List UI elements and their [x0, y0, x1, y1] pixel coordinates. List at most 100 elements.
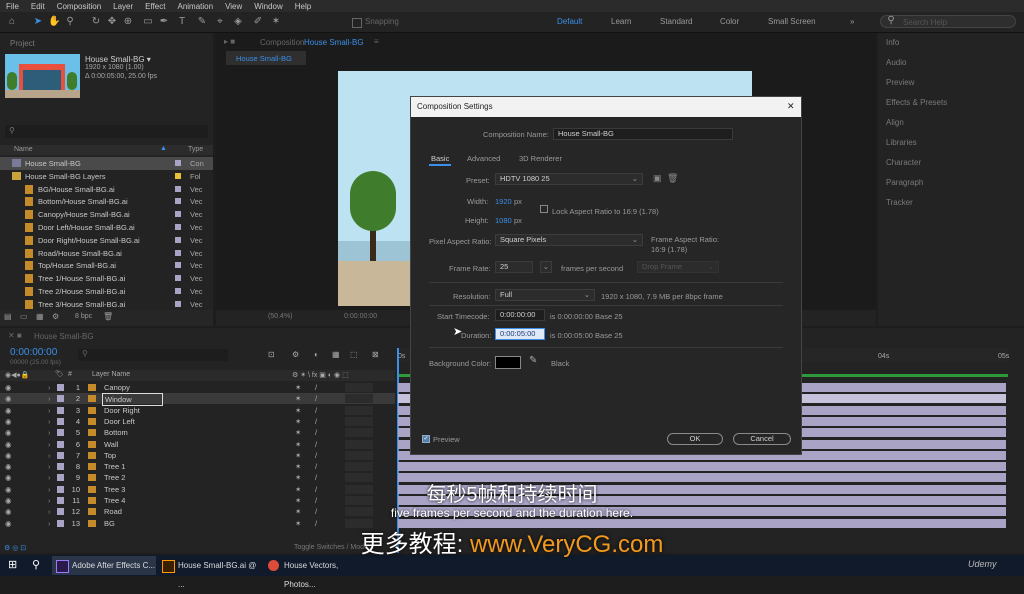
shy-layers-icon[interactable]: ⊡ — [268, 350, 275, 359]
menu-composition[interactable]: Composition — [51, 2, 107, 11]
interpret-footage-icon[interactable]: ▤ — [4, 312, 12, 321]
project-item-file[interactable]: Road/House Small-BG.ai Vec — [0, 247, 213, 260]
menu-effect[interactable]: Effect — [139, 2, 171, 11]
expand-chevron-icon[interactable]: › — [48, 439, 51, 450]
brush-tool-icon[interactable]: ✎ — [196, 16, 208, 28]
layer-row[interactable]: ◉ › 1 Canopy ✶ / — [0, 382, 395, 393]
viewer-timecode[interactable]: 0:00:00:00 — [344, 313, 377, 320]
expand-chevron-icon[interactable]: › — [48, 393, 51, 404]
expand-chevron-icon[interactable]: › — [48, 382, 51, 393]
layer-label-swatch[interactable] — [57, 406, 64, 414]
quality-switch-icon[interactable]: / — [315, 393, 317, 404]
help-search-input[interactable]: Search Help — [880, 15, 1016, 28]
zoom-tool-icon[interactable]: ⚲ — [64, 16, 76, 28]
lock-aspect-checkbox[interactable] — [540, 205, 548, 213]
expand-chevron-icon[interactable]: › — [48, 427, 51, 438]
panel-paragraph[interactable]: Paragraph — [886, 178, 923, 187]
home-icon[interactable]: ⌂ — [6, 16, 18, 28]
menu-file[interactable]: File — [0, 2, 25, 11]
expand-chevron-icon[interactable]: › — [48, 450, 51, 461]
viewer-menu-icon[interactable]: ▸ ■ — [224, 37, 235, 46]
layer-duration-bar[interactable] — [398, 462, 1006, 472]
project-item-file[interactable]: Tree 2/House Small-BG.ai Vec — [0, 285, 213, 298]
visibility-eye-icon[interactable]: ◉ — [5, 450, 12, 461]
panel-align[interactable]: Align — [886, 118, 904, 127]
label-color-swatch[interactable] — [175, 198, 181, 205]
workspace-standard[interactable]: Standard — [660, 17, 692, 26]
layer-switch-boxes[interactable] — [345, 462, 373, 472]
roto-brush-tool-icon[interactable]: ✐ — [252, 16, 264, 28]
eyedropper-icon[interactable]: ✎ — [529, 355, 537, 366]
visibility-eye-icon[interactable]: ◉ — [5, 405, 12, 416]
puppet-pin-tool-icon[interactable]: ✶ — [270, 16, 282, 28]
layer-label-swatch[interactable] — [57, 417, 64, 425]
width-value[interactable]: 1920 — [495, 197, 512, 206]
motion-blur-icon[interactable]: ◐ — [314, 350, 319, 359]
layer-switch-boxes[interactable] — [345, 405, 373, 415]
quality-switch-icon[interactable]: / — [315, 427, 317, 438]
viewer-tab[interactable]: House Small-BG — [304, 38, 364, 47]
visibility-eye-icon[interactable]: ◉ — [5, 439, 12, 450]
layer-label-swatch[interactable] — [57, 395, 64, 403]
frame-rate-input[interactable]: 25 — [495, 261, 533, 273]
visibility-eye-icon[interactable]: ◉ — [5, 382, 12, 393]
comp-subtab[interactable]: House Small-BG — [226, 51, 306, 65]
layer-switch-boxes[interactable] — [345, 416, 373, 426]
project-item-file[interactable]: BG/House Small-BG.ai Vec — [0, 183, 213, 196]
layer-row[interactable]: ◉ › 4 Door Left ✶ / — [0, 416, 395, 427]
column-type-header[interactable]: Type — [188, 146, 203, 153]
label-color-swatch[interactable] — [175, 172, 181, 179]
bit-depth-toggle[interactable]: 8 bpc — [75, 313, 92, 320]
quality-switch-icon[interactable]: / — [315, 450, 317, 461]
visibility-eye-icon[interactable]: ◉ — [5, 416, 12, 427]
duration-input[interactable]: 0:00:05:00 — [495, 328, 545, 340]
menu-edit[interactable]: Edit — [25, 2, 51, 11]
collapse-transform-icon[interactable]: ✶ — [295, 450, 301, 461]
workspace-overflow-icon[interactable]: » — [850, 17, 854, 26]
panel-character[interactable]: Character — [886, 158, 921, 167]
delete-preset-icon[interactable]: 🗑 — [667, 173, 678, 184]
close-icon[interactable]: ✕ — [787, 101, 795, 112]
taskbar-search-icon[interactable]: ⚲ — [32, 558, 40, 571]
label-color-swatch[interactable] — [175, 236, 181, 243]
viewer-tab-menu-icon[interactable]: ≡ — [374, 37, 379, 46]
quality-switch-icon[interactable]: / — [315, 416, 317, 427]
menu-view[interactable]: View — [219, 2, 248, 11]
label-color-swatch[interactable] — [175, 185, 181, 192]
layer-search-input[interactable]: ⚲ — [78, 349, 228, 361]
layer-switch-boxes[interactable] — [345, 439, 373, 449]
project-item-composition[interactable]: House Small-BG Con — [0, 157, 213, 170]
cancel-button[interactable]: Cancel — [733, 433, 791, 445]
project-item-file[interactable]: Bottom/House Small-BG.ai Vec — [0, 195, 213, 208]
panel-tracker[interactable]: Tracker — [886, 198, 913, 207]
start-timecode-input[interactable]: 0:00:00:00 — [495, 309, 545, 321]
save-preset-icon[interactable]: ▣ — [653, 173, 662, 184]
collapse-transform-icon[interactable]: ✶ — [295, 393, 301, 404]
collapse-transform-icon[interactable]: ✶ — [295, 382, 301, 393]
project-settings-icon[interactable]: ⚙ — [52, 312, 59, 321]
tab-basic[interactable]: Basic — [431, 154, 449, 163]
windows-start-icon[interactable]: ⊞ — [8, 558, 17, 571]
workspace-default[interactable]: Default — [557, 17, 582, 26]
layer-switch-boxes[interactable] — [345, 450, 373, 460]
panel-audio[interactable]: Audio — [886, 58, 906, 67]
frame-rate-dropdown[interactable]: ⌄ — [540, 261, 552, 273]
collapse-transform-icon[interactable]: ✶ — [295, 405, 301, 416]
menu-layer[interactable]: Layer — [107, 2, 139, 11]
layer-switch-boxes[interactable] — [345, 394, 373, 404]
project-item-file[interactable]: Top/House Small-BG.ai Vec — [0, 259, 213, 272]
new-folder-icon[interactable]: ▭ — [20, 312, 28, 321]
layer-row[interactable]: ◉ › 3 Door Right ✶ / — [0, 405, 395, 416]
layer-row[interactable]: ◉ › 5 Bottom ✶ / — [0, 427, 395, 438]
background-color-swatch[interactable] — [495, 356, 521, 369]
project-item-file[interactable]: Tree 3/House Small-BG.ai Vec — [0, 298, 213, 311]
promo-url[interactable]: www.VeryCG.com — [470, 531, 663, 558]
quality-switch-icon[interactable]: / — [315, 439, 317, 450]
visibility-eye-icon[interactable]: ◉ — [5, 393, 12, 404]
selection-tool-icon[interactable]: ➤ — [32, 16, 44, 28]
label-color-swatch[interactable] — [175, 300, 181, 307]
zoom-level[interactable]: (50.4%) — [268, 313, 293, 320]
camera-tool-icon[interactable]: ✥ — [106, 16, 118, 28]
label-color-swatch[interactable] — [175, 224, 181, 230]
sort-arrow-icon[interactable]: ▲ — [160, 145, 167, 152]
